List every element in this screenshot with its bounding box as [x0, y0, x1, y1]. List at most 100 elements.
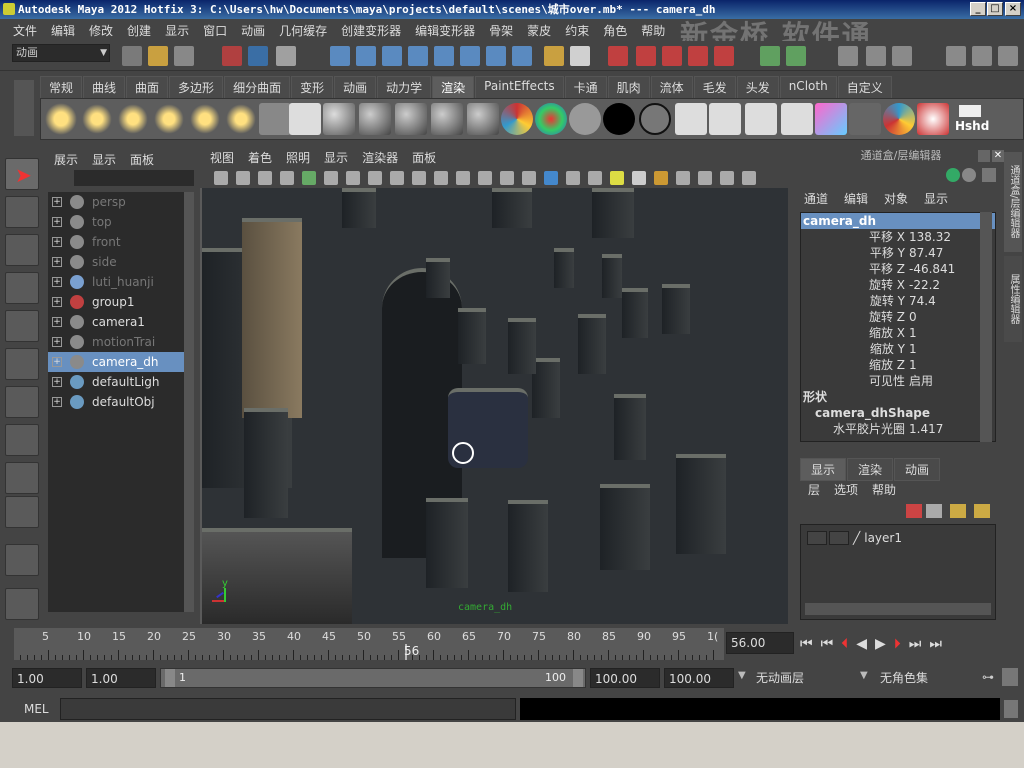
speed-icon[interactable] [962, 168, 976, 182]
layer-tab[interactable]: 动画 [894, 458, 941, 481]
playback-end-field[interactable]: 100.00 [590, 668, 660, 688]
play-forwards-icon[interactable]: ▶ [875, 636, 886, 652]
viewport-tool-icon[interactable] [742, 171, 756, 185]
shelf-tab[interactable]: 渲染 [432, 76, 475, 98]
channel-row[interactable]: 平移 X 138.32 [801, 229, 995, 245]
new-scene-icon[interactable] [122, 46, 142, 66]
hypershade-icon[interactable] [688, 46, 708, 66]
command-input[interactable] [60, 698, 516, 720]
shelf-tab[interactable]: 常规 [40, 76, 83, 98]
viewport-tool-icon[interactable] [390, 171, 404, 185]
mel-label[interactable]: MEL [24, 702, 49, 716]
channel-box-scrollbar[interactable] [980, 212, 992, 442]
expand-icon[interactable]: + [52, 337, 62, 347]
ambient-light-icon[interactable] [45, 103, 77, 135]
chevron-down-icon[interactable]: ▼ [860, 670, 868, 681]
layer-options-icon[interactable] [950, 504, 966, 518]
viewport-tool-icon[interactable] [544, 171, 558, 185]
viewport-tool-icon[interactable] [280, 171, 294, 185]
channel-box-menu-item[interactable]: 对象 [884, 190, 908, 207]
ipr-render-icon[interactable] [636, 46, 656, 66]
go-to-end-icon[interactable]: ⏭ [929, 636, 942, 652]
layer-visibility-toggle[interactable] [807, 531, 827, 545]
snap-curve-icon[interactable] [356, 46, 376, 66]
attribute-editor-toggle-icon[interactable] [866, 46, 886, 66]
shelf-tab[interactable]: 变形 [291, 76, 334, 98]
viewport-menu-item[interactable]: 着色 [248, 148, 272, 168]
lock-icon[interactable] [544, 46, 564, 66]
play-backwards-icon[interactable]: ◀ [856, 636, 867, 652]
tool-settings-toggle-icon[interactable] [892, 46, 912, 66]
channel-row-shape[interactable]: 水平胶片光圈 1.417 [801, 421, 995, 437]
step-back-key-icon[interactable]: ⏮ [821, 636, 834, 652]
outliner-item[interactable]: + defaultObj [48, 392, 184, 412]
menu-item[interactable]: 骨架 [482, 22, 520, 39]
render-settings-icon[interactable] [662, 46, 682, 66]
menu-item[interactable]: 动画 [234, 22, 272, 39]
last-tool-icon[interactable] [5, 496, 39, 528]
range-slider-track[interactable]: 1 100 [160, 668, 586, 688]
menu-item[interactable]: 显示 [158, 22, 196, 39]
current-time-field[interactable]: 56.00 [726, 632, 794, 654]
shelf-tab[interactable]: 曲面 [126, 76, 169, 98]
viewport-tool-icon[interactable] [478, 171, 492, 185]
select-hierarchy-icon[interactable] [222, 46, 242, 66]
rotate-tool-icon[interactable] [5, 310, 39, 342]
chevron-down-icon[interactable]: ▼ [738, 670, 746, 681]
side-tab-channel-box[interactable]: 通道盒/层编辑器 [1004, 152, 1022, 252]
maximize-button[interactable]: □ [987, 2, 1003, 16]
shelf-tab[interactable]: 头发 [736, 76, 779, 98]
viewport-tool-icon[interactable] [258, 171, 272, 185]
anisotropic-sphere-icon[interactable] [467, 103, 499, 135]
viewport-tool-icon[interactable] [324, 171, 338, 185]
render-region-icon[interactable] [714, 46, 734, 66]
directional-light-icon[interactable] [81, 103, 113, 135]
layer-type-toggle[interactable] [829, 531, 849, 545]
hyper-icon[interactable] [982, 168, 996, 182]
expand-icon[interactable]: + [52, 237, 62, 247]
outliner-item[interactable]: + side [48, 252, 184, 272]
paint-select-tool-icon[interactable] [5, 234, 39, 266]
menu-item[interactable]: 蒙皮 [520, 22, 558, 39]
select-component-icon[interactable] [276, 46, 296, 66]
clapperboard-icon-3[interactable] [745, 103, 777, 135]
viewport-menu-item[interactable]: 面板 [412, 148, 436, 168]
layout-quad-icon[interactable] [5, 588, 39, 620]
viewport-tool-icon[interactable] [676, 171, 690, 185]
shelf-tab[interactable]: 多边形 [169, 76, 224, 98]
viewport-tool-icon[interactable] [698, 171, 712, 185]
snap-surface-icon[interactable] [434, 46, 454, 66]
spot-light-icon[interactable] [153, 103, 185, 135]
outliner-menu-item[interactable]: 面板 [130, 151, 154, 167]
input-output-icon[interactable] [486, 46, 506, 66]
expand-icon[interactable]: + [52, 377, 62, 387]
clapperboard-check-icon[interactable] [781, 103, 813, 135]
render-view-icon[interactable] [608, 46, 628, 66]
outliner-menu-item[interactable]: 展示 [54, 151, 78, 167]
layer-menu-item[interactable]: 选项 [834, 481, 858, 498]
close-button[interactable]: × [1005, 2, 1021, 16]
show-manip-icon[interactable] [5, 462, 39, 494]
channel-box-menu-item[interactable]: 编辑 [844, 190, 868, 207]
expand-icon[interactable]: + [52, 297, 62, 307]
channel-row[interactable]: 旋转 X -22.2 [801, 277, 995, 293]
viewport-menu-item[interactable]: 照明 [286, 148, 310, 168]
end-time-field[interactable]: 100.00 [664, 668, 734, 688]
surface-shader-icon[interactable] [569, 103, 601, 135]
help-icon[interactable] [512, 46, 532, 66]
select-object-icon[interactable] [248, 46, 268, 66]
render-image-icon[interactable] [289, 103, 321, 135]
layer-row[interactable]: ╱ layer1 [853, 531, 902, 545]
layer-options-icon-2[interactable] [974, 504, 990, 518]
lasso-tool-icon[interactable] [5, 196, 39, 228]
menu-item[interactable]: 修改 [82, 22, 120, 39]
select-tool-icon[interactable]: ➤ [5, 158, 39, 190]
camera-icon[interactable] [259, 103, 291, 135]
close-panel-icon[interactable]: ✕ [992, 150, 1004, 162]
uv-editor-icon[interactable] [849, 103, 881, 135]
viewport-menu-item[interactable]: 视图 [210, 148, 234, 168]
mode-selector[interactable]: 动画 ▼ [12, 44, 110, 62]
outliner-item[interactable]: + luti_huanji [48, 272, 184, 292]
universal-manip-icon[interactable] [5, 386, 39, 418]
step-forward-frame-icon[interactable]: ⏵ [894, 636, 901, 652]
